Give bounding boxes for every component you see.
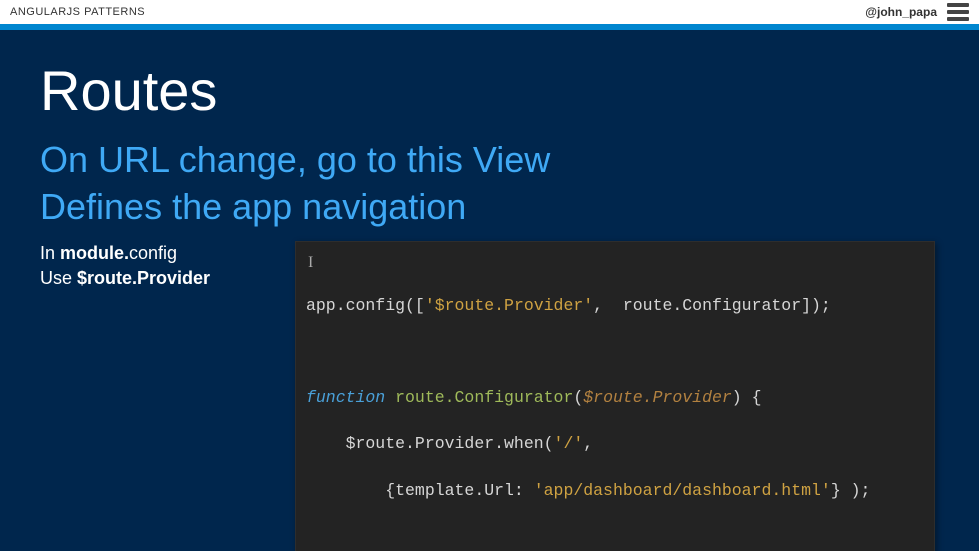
text-cursor-icon: I bbox=[308, 252, 313, 274]
code-token: '$route.Provider' bbox=[425, 296, 593, 315]
code-token: ) { bbox=[732, 388, 762, 407]
code-blank-line bbox=[306, 340, 924, 363]
code-token: $route.Provider bbox=[583, 388, 732, 407]
bullet-2-bold: $route.Provider bbox=[77, 268, 210, 288]
bullet-1: In module.config bbox=[40, 243, 295, 264]
deck-title: ANGULARJS PATTERNS bbox=[10, 6, 145, 18]
code-blank-line bbox=[306, 525, 924, 548]
subtitle-line-1: On URL change, go to this View bbox=[40, 137, 939, 182]
code-token: , bbox=[583, 434, 593, 453]
body-row: In module.config Use $route.Provider I a… bbox=[40, 241, 939, 551]
code-token: $route.Provider.when( bbox=[306, 434, 554, 453]
top-bar: ANGULARJS PATTERNS @john_papa bbox=[0, 0, 979, 30]
menu-icon[interactable] bbox=[947, 3, 969, 21]
slide-body: Routes On URL change, go to this View De… bbox=[0, 30, 979, 551]
bullet-1-text: In bbox=[40, 243, 60, 263]
code-token: } ); bbox=[831, 481, 871, 500]
page-title: Routes bbox=[40, 60, 939, 122]
bullet-1-bold: module. bbox=[60, 243, 129, 263]
subtitle-line-2: Defines the app navigation bbox=[40, 184, 939, 229]
code-token: route.Configurator bbox=[385, 388, 573, 407]
code-token: , route.Configurator]); bbox=[593, 296, 831, 315]
code-token: app.config([ bbox=[306, 296, 425, 315]
author-handle: @john_papa bbox=[865, 5, 937, 19]
bullet-list: In module.config Use $route.Provider bbox=[40, 241, 295, 551]
code-token: 'app/dashboard/dashboard.html' bbox=[534, 481, 831, 500]
code-block: I app.config(['$route.Provider', route.C… bbox=[295, 241, 935, 551]
code-token: {template.Url: bbox=[306, 481, 534, 500]
code-token: '/' bbox=[554, 434, 584, 453]
top-bar-right: @john_papa bbox=[865, 3, 969, 21]
bullet-2: Use $route.Provider bbox=[40, 268, 295, 289]
bullet-1-suffix: config bbox=[129, 243, 177, 263]
bullet-2-text: Use bbox=[40, 268, 77, 288]
code-token: function bbox=[306, 388, 385, 407]
code-token: ( bbox=[573, 388, 583, 407]
